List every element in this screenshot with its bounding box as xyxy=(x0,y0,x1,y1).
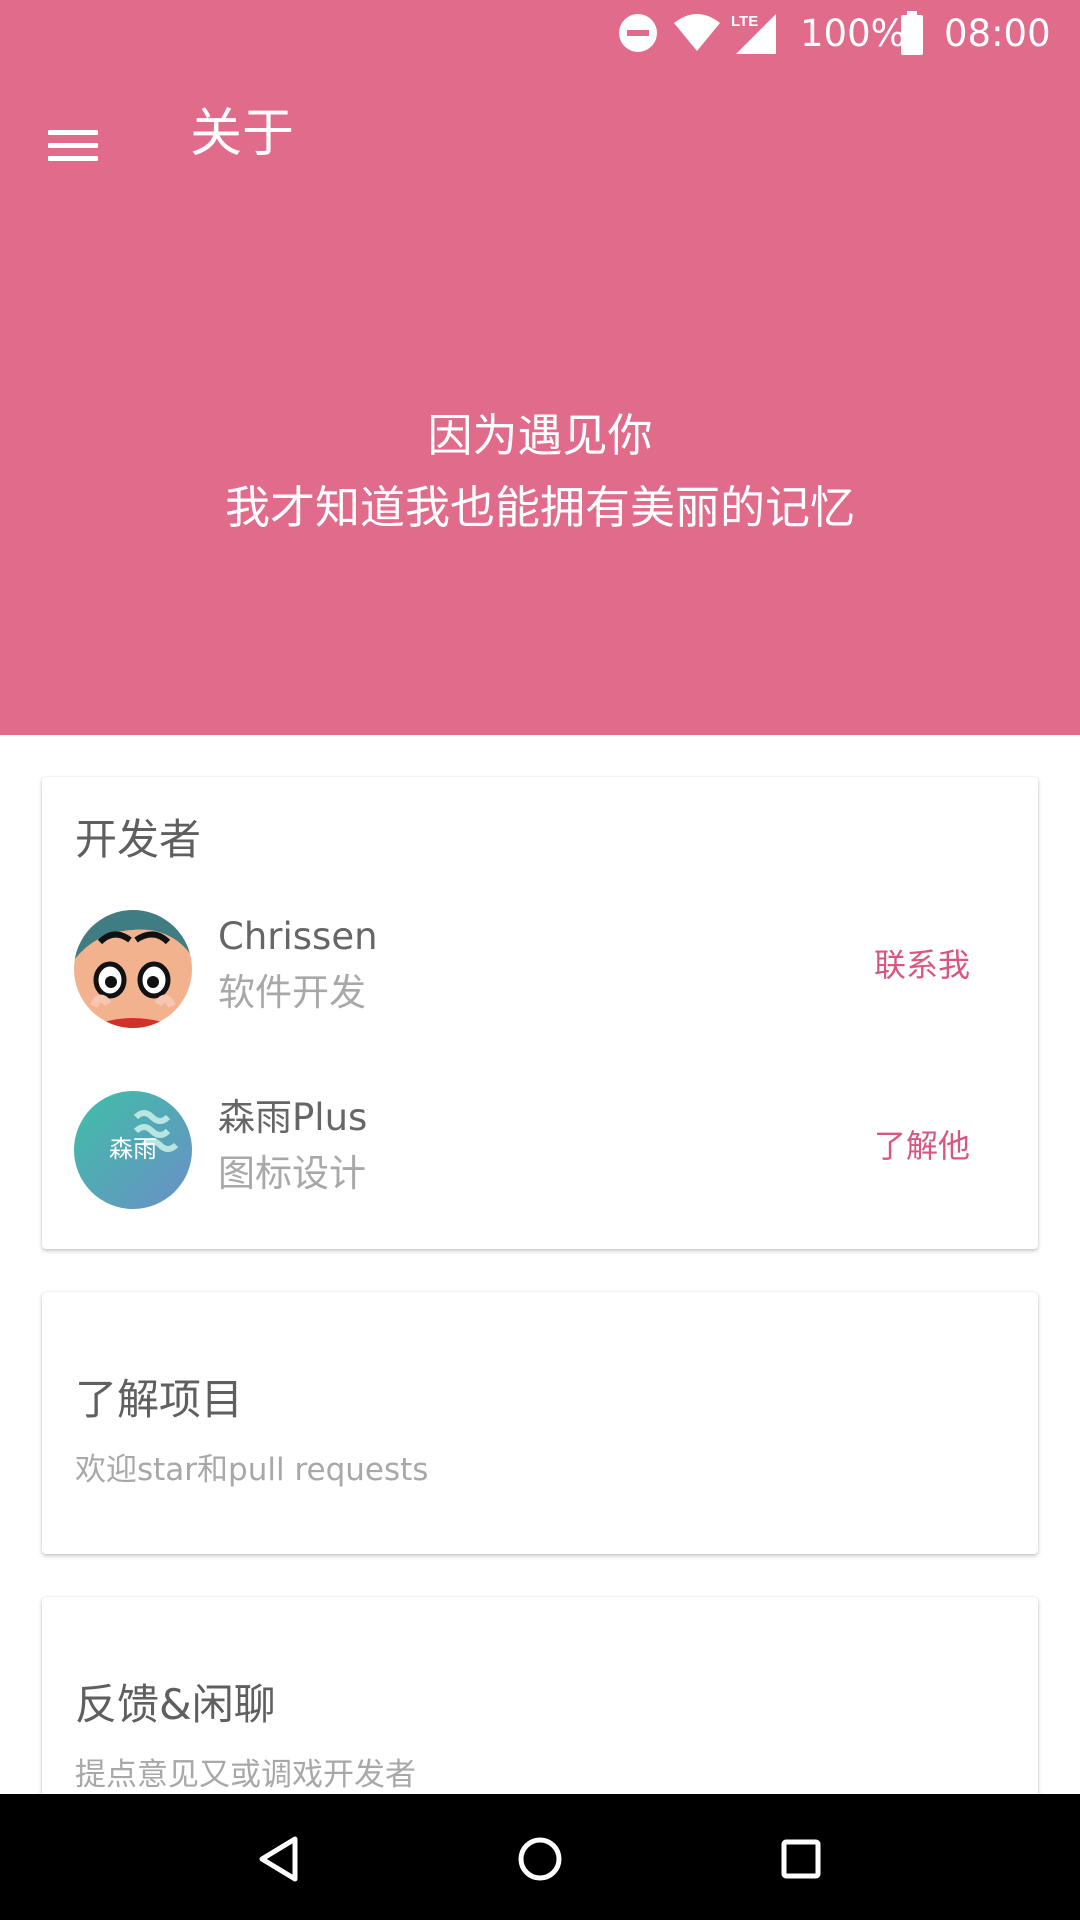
battery-text: 100% xyxy=(800,11,906,55)
status-bar: LTE 100% 08:00 xyxy=(0,0,1080,66)
hero-line-1: 因为遇见你 xyxy=(427,409,653,462)
project-card-title: 了解项目 xyxy=(75,1375,244,1424)
learn-about-him-button[interactable]: 了解他 xyxy=(874,1121,970,1171)
header-banner: LTE 100% 08:00 关于 因为遇见你 我才知道我也能拥有美丽的记忆 xyxy=(0,0,1080,735)
battery-icon xyxy=(900,10,924,56)
developer-row-senyu: 森雨 森雨Plus 图标设计 了解他 xyxy=(42,1081,1038,1221)
recents-icon[interactable] xyxy=(756,1812,846,1902)
project-card[interactable]: 了解项目 欢迎star和pull requests xyxy=(42,1292,1038,1554)
hero-line-2: 我才知道我也能拥有美丽的记忆 xyxy=(224,481,855,534)
developer-avatar-senyu: 森雨 xyxy=(74,1091,192,1209)
back-icon[interactable] xyxy=(234,1812,324,1902)
clock: 08:00 xyxy=(944,11,1051,55)
developer-name: 森雨Plus xyxy=(218,1096,368,1139)
developer-role: 图标设计 xyxy=(218,1152,366,1195)
developers-card: 开发者 Chrissen 软件开发 联系我 森雨 森雨Plus 图标设计 了解他 xyxy=(42,777,1038,1249)
navigation-bar xyxy=(0,1794,1080,1920)
developer-avatar-text: 森雨 xyxy=(109,1135,157,1163)
toolbar: 关于 xyxy=(0,66,1080,206)
developers-card-title: 开发者 xyxy=(75,815,202,864)
developer-avatar-chrissen xyxy=(74,910,192,1028)
svg-text:LTE: LTE xyxy=(731,13,758,30)
project-card-subtitle: 欢迎star和pull requests xyxy=(75,1452,429,1488)
developer-role: 软件开发 xyxy=(218,971,366,1014)
menu-icon[interactable] xyxy=(32,104,114,186)
home-icon[interactable] xyxy=(495,1812,585,1902)
developer-name: Chrissen xyxy=(218,915,378,958)
developer-row-chrissen: Chrissen 软件开发 联系我 xyxy=(42,900,1038,1040)
page-title: 关于 xyxy=(190,104,295,164)
lte-signal-icon: LTE xyxy=(730,10,778,56)
feedback-card-title: 反馈&闲聊 xyxy=(75,1680,276,1729)
feedback-card-subtitle: 提点意见又或调戏开发者 xyxy=(75,1757,416,1793)
wifi-icon xyxy=(672,10,722,56)
contact-me-button[interactable]: 联系我 xyxy=(874,940,970,990)
do-not-disturb-icon xyxy=(618,10,658,56)
hero-quote: 因为遇见你 我才知道我也能拥有美丽的记忆 xyxy=(0,400,1080,544)
